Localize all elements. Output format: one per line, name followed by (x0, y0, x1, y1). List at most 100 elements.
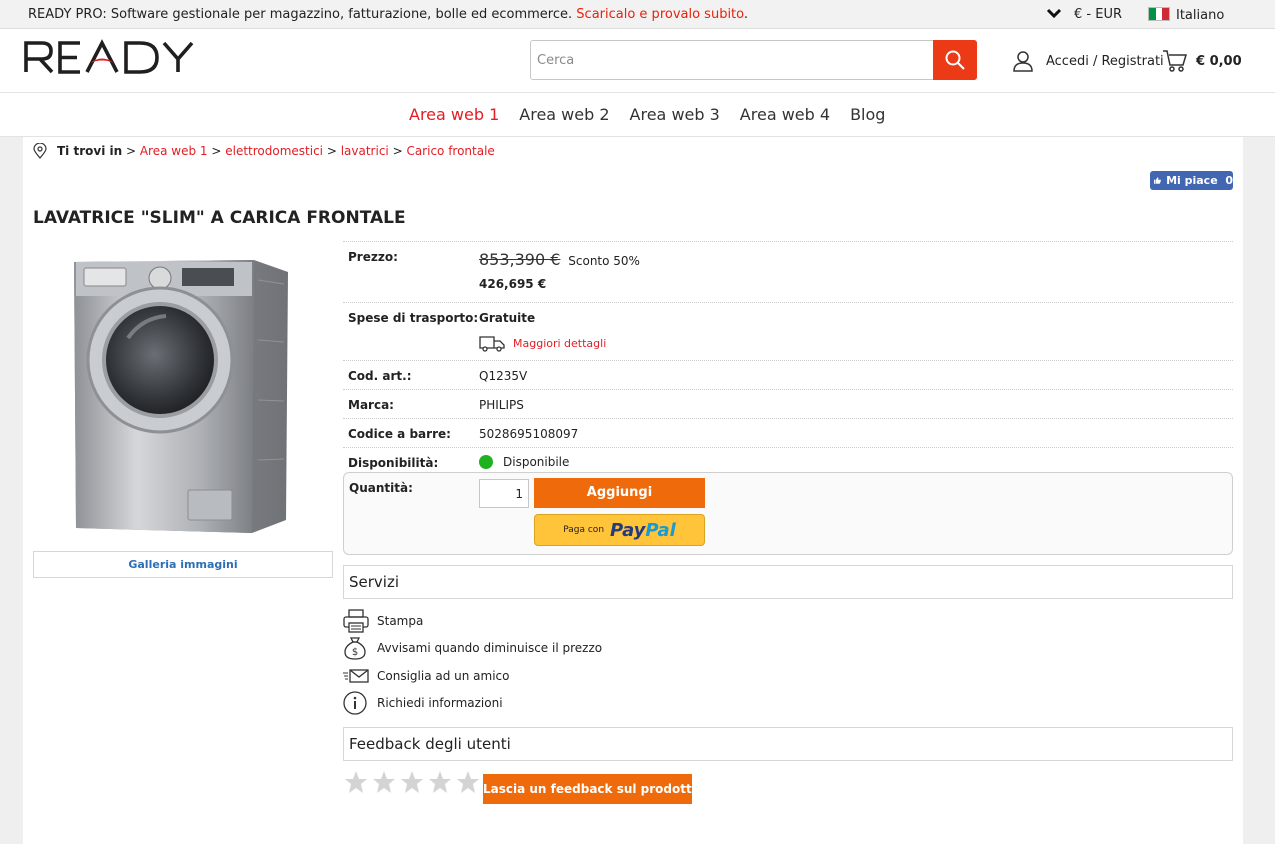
language-label: Italiano (1176, 8, 1225, 23)
cart-icon (1163, 50, 1188, 72)
printer-icon (343, 609, 369, 633)
login-label: Accedi / Registrati (1046, 53, 1164, 69)
discount-label: Sconto 50% (568, 254, 640, 268)
main-nav: Area web 1 Area web 2 Area web 3 Area we… (0, 93, 1275, 137)
service-print[interactable]: Stampa (343, 609, 423, 633)
breadcrumb-item[interactable]: lavatrici (341, 144, 389, 158)
service-price-alert[interactable]: $ Avvisami quando diminuisce il prezzo (343, 636, 602, 660)
brand-row: Marca: PHILIPS (343, 389, 1233, 418)
info-icon (343, 691, 367, 715)
add-to-cart-button[interactable]: Aggiungi (534, 478, 705, 508)
availability-value: Disponibile (503, 455, 570, 469)
nav-item-blog[interactable]: Blog (850, 105, 885, 124)
page-gutter-right (1243, 137, 1275, 844)
old-price: 853,390 € (479, 250, 561, 269)
service-info-request-label: Richiedi informazioni (377, 696, 503, 710)
italian-flag-icon (1148, 7, 1170, 21)
ready-logo[interactable] (22, 39, 222, 75)
barcode-row: Codice a barre: 5028695108097 (343, 418, 1233, 447)
facebook-like-label: Mi piace (1166, 174, 1218, 187)
barcode-value: 5028695108097 (479, 427, 579, 441)
search-button[interactable] (933, 40, 977, 80)
quantity-label: Quantità: (349, 481, 413, 495)
svg-text:$: $ (352, 647, 358, 658)
service-recommend[interactable]: Consiglia ad un amico (343, 664, 510, 688)
money-bag-icon: $ (344, 637, 366, 660)
star-empty-icon (373, 771, 395, 793)
brand-label: Marca: (348, 398, 394, 412)
gallery-link[interactable]: Galleria immagini (33, 551, 333, 578)
product-title: LAVATRICE "SLIM" A CARICA FRONTALE (33, 208, 406, 228)
leave-feedback-button[interactable]: Lascia un feedback sul prodotto (483, 774, 700, 804)
facebook-like-button[interactable]: Mi piace 0 (1150, 171, 1233, 190)
breadcrumb-separator: > (323, 144, 341, 158)
star-empty-icon (457, 771, 479, 793)
paypal-logo-pay: Pay (610, 519, 646, 541)
nav-item-area-web-4[interactable]: Area web 4 (740, 105, 830, 124)
product-image[interactable] (62, 250, 294, 535)
cart-link[interactable]: € 0,00 (1162, 49, 1242, 73)
promo-text: READY PRO: Software gestionale per magaz… (28, 7, 573, 22)
availability-status: Disponibile (479, 455, 569, 469)
breadcrumb-separator: > (122, 144, 140, 158)
send-mail-icon (343, 669, 369, 683)
service-recommend-label: Consiglia ad un amico (377, 669, 510, 683)
thumbs-up-icon (1154, 177, 1161, 184)
search-icon (945, 50, 965, 70)
site-header: Accedi / Registrati € 0,00 (0, 29, 1275, 93)
truck-icon (479, 336, 505, 352)
services-header: Servizi (343, 565, 1233, 599)
star-empty-icon (345, 771, 367, 793)
shipping-details-link[interactable]: Maggiori dettagli (479, 335, 606, 352)
available-status-icon (479, 455, 493, 469)
page-gutter-left (0, 137, 23, 844)
breadcrumb-item[interactable]: Carico frontale (406, 144, 494, 158)
paypal-logo-pal: Pal (645, 519, 676, 541)
breadcrumb-item[interactable]: Area web 1 (140, 144, 208, 158)
nav-item-area-web-3[interactable]: Area web 3 (630, 105, 720, 124)
breadcrumb-separator: > (207, 144, 226, 158)
current-price: 426,695 € (479, 277, 547, 291)
nav-item-area-web-1[interactable]: Area web 1 (409, 105, 499, 124)
facebook-like-count: 0 (1225, 174, 1233, 187)
chevron-down-icon (1046, 8, 1062, 19)
top-bar: READY PRO: Software gestionale per magaz… (0, 0, 1275, 29)
breadcrumb-prefix: Ti trovi in (57, 144, 123, 158)
star-empty-icon (429, 771, 451, 793)
promo-download-link[interactable]: Scaricalo e provalo subito (576, 7, 744, 22)
location-pin-icon (33, 143, 47, 159)
barcode-label: Codice a barre: (348, 427, 451, 441)
paypal-button[interactable]: Paga con Pay Pal (534, 514, 705, 546)
price-row: Prezzo: 853,390 € Sconto 50% 426,695 € (343, 241, 1233, 302)
currency-selector[interactable]: € - EUR (1046, 7, 1122, 22)
availability-row: Disponibilità: Disponibile (343, 447, 1233, 473)
shipping-value: Gratuite (479, 311, 536, 325)
nav-item-area-web-2[interactable]: Area web 2 (519, 105, 609, 124)
breadcrumb-item[interactable]: elettrodomestici (225, 144, 323, 158)
price-label: Prezzo: (348, 250, 398, 264)
service-info-request[interactable]: Richiedi informazioni (343, 691, 503, 715)
purchase-box: Quantità: Aggiungi Paga con PayPal (343, 472, 1233, 555)
availability-label: Disponibilità: (348, 456, 439, 470)
language-selector[interactable]: Italiano (1148, 7, 1224, 23)
cart-total: € 0,00 (1196, 53, 1242, 69)
quantity-input[interactable] (479, 479, 529, 508)
breadcrumb-separator: > (388, 144, 407, 158)
code-value: Q1235V (479, 369, 528, 383)
shipping-label: Spese di trasporto: (348, 311, 479, 325)
shipping-row: Spese di trasporto: Gratuite Maggiori de… (343, 302, 1233, 360)
breadcrumb: Ti trovi in > Area web 1 > elettrodomest… (33, 143, 495, 159)
currency-label: € - EUR (1074, 7, 1122, 22)
service-price-alert-label: Avvisami quando diminuisce il prezzo (377, 641, 603, 655)
search-input[interactable] (531, 41, 933, 79)
code-row: Cod. art.: Q1235V (343, 360, 1233, 389)
paypal-prefix: Paga con (563, 525, 605, 535)
rating-stars (344, 770, 484, 794)
feedback-header: Feedback degli utenti (343, 727, 1233, 761)
promo-banner: READY PRO: Software gestionale per magaz… (28, 7, 749, 22)
brand-value: PHILIPS (479, 398, 524, 412)
star-empty-icon (401, 771, 423, 793)
shipping-details-label: Maggiori dettagli (513, 337, 607, 350)
search-box (530, 40, 977, 80)
login-link[interactable]: Accedi / Registrati (1012, 49, 1164, 73)
